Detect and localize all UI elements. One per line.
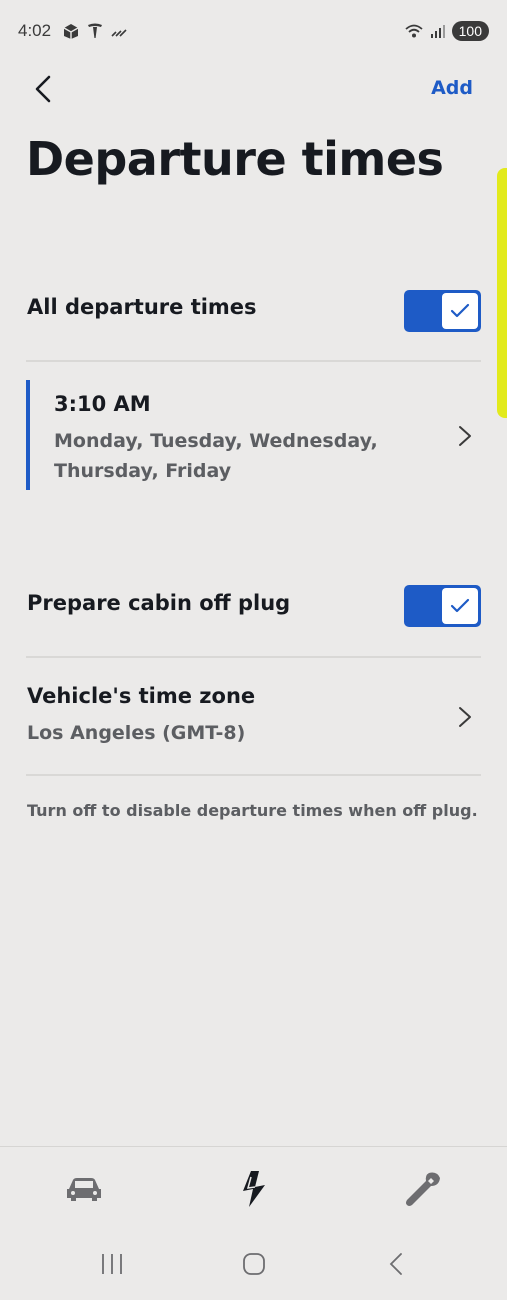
- departure-accent-bar: [26, 380, 30, 490]
- all-departure-times-label: All departure times: [27, 295, 257, 319]
- departure-time: 3:10 AM: [54, 392, 151, 416]
- departure-days: Monday, Tuesday, Wednesday, Thursday, Fr…: [54, 430, 378, 482]
- status-time: 4:02: [18, 21, 52, 40]
- prepare-cabin-toggle[interactable]: [404, 585, 481, 627]
- system-back-button[interactable]: [376, 1244, 416, 1284]
- toggle-knob: [442, 588, 478, 624]
- departure-time-item[interactable]: 3:10 AM Monday, Tuesday, Wednesday, Thur…: [26, 380, 481, 490]
- cell-signal-icon: [430, 25, 445, 38]
- battery-indicator: 100: [451, 21, 489, 41]
- chevron-right-icon: [459, 426, 471, 446]
- time-zone-value: Los Angeles (GMT-8): [27, 722, 246, 744]
- gallery-icon: [63, 24, 79, 39]
- recent-apps-button[interactable]: [92, 1244, 132, 1284]
- all-departure-times-toggle[interactable]: [404, 290, 481, 332]
- home-button[interactable]: [234, 1244, 274, 1284]
- divider: [26, 360, 481, 362]
- back-button[interactable]: [28, 73, 60, 105]
- back-icon: [389, 1253, 402, 1275]
- toggle-knob: [442, 293, 478, 329]
- bottom-nav-divider: [0, 1146, 507, 1147]
- nav-service-button[interactable]: [402, 1168, 444, 1210]
- recent-apps-icon: [102, 1254, 122, 1274]
- nav-charging-button[interactable]: [233, 1168, 275, 1210]
- checkmark-icon: [450, 598, 470, 613]
- page-title: Departure times: [26, 132, 444, 186]
- home-icon: [243, 1253, 265, 1275]
- tesla-logo-icon: [88, 23, 102, 38]
- checkmark-icon: [450, 303, 470, 318]
- divider: [26, 656, 481, 658]
- prepare-cabin-label: Prepare cabin off plug: [27, 591, 291, 615]
- chevron-right-icon: [459, 707, 471, 727]
- wrench-icon: [406, 1172, 440, 1206]
- divider: [26, 774, 481, 776]
- time-zone-row[interactable]: [0, 666, 507, 766]
- nav-car-button[interactable]: [63, 1168, 105, 1210]
- system-nav-bar: [0, 1244, 507, 1284]
- wifi-icon: [405, 24, 423, 38]
- chevron-left-icon: [35, 75, 51, 103]
- footnote-text: Turn off to disable departure times when…: [27, 801, 478, 820]
- time-zone-title: Vehicle's time zone: [27, 684, 256, 708]
- charging-bolt-icon: [243, 1171, 265, 1207]
- signal-slash-icon: [111, 29, 127, 37]
- status-bar: 4:02 100: [0, 0, 507, 62]
- side-tab-handle[interactable]: [497, 168, 507, 418]
- add-button[interactable]: Add: [431, 77, 473, 99]
- car-icon: [67, 1178, 101, 1201]
